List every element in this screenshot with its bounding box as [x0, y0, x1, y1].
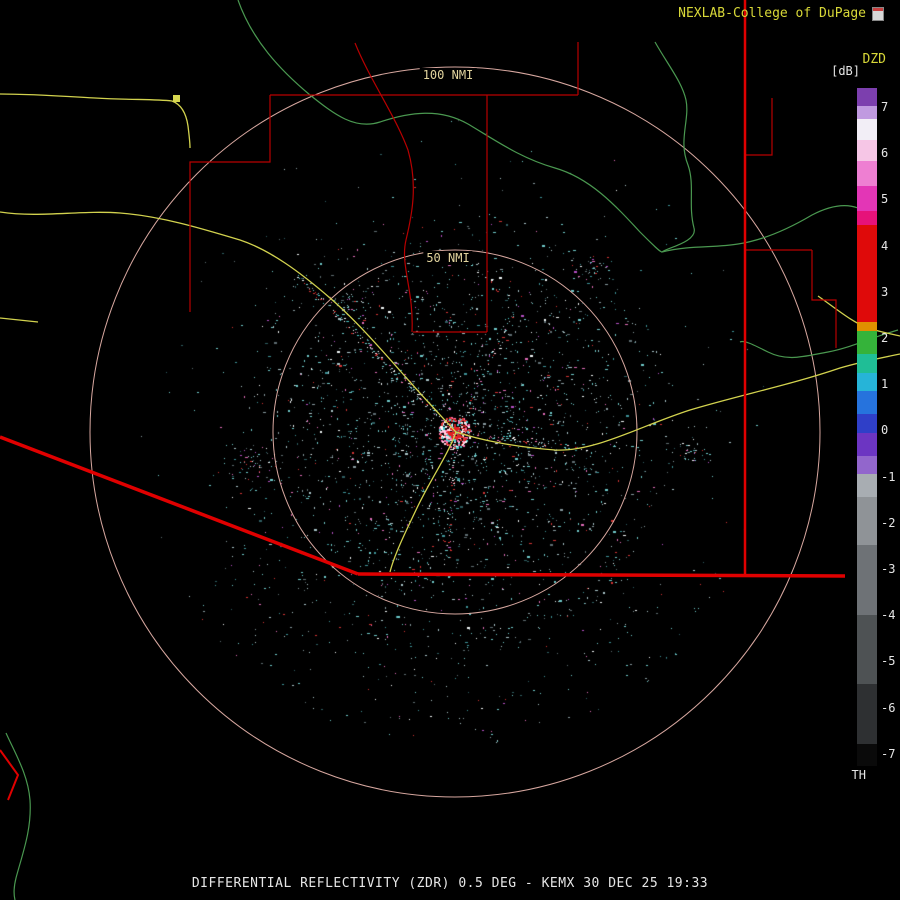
colorbar-tick: 7 [881, 100, 888, 114]
state-border-path [0, 750, 18, 800]
branding-text: NEXLAB-College of DuPage [678, 6, 866, 21]
colorbar-tick: 4 [881, 239, 888, 253]
range-ring-50nmi [273, 250, 637, 614]
highway-path [0, 212, 456, 432]
county-border-path [355, 43, 413, 332]
colorbar-segment [857, 414, 877, 432]
colorbar-segment [857, 331, 877, 354]
range-ring-label-100nmi: 100 NMI [420, 68, 477, 82]
colorbar-tick: -7 [881, 747, 895, 761]
highway-path [0, 94, 190, 148]
branding: NEXLAB-College of DuPage [678, 6, 884, 21]
range-ring-label-50nmi: 50 NMI [423, 251, 472, 265]
colorbar-segment [857, 354, 877, 372]
radar-display: NEXLAB-College of DuPage DZD [dB] TH 7 6 5… [0, 0, 900, 900]
map-overlay [0, 0, 900, 900]
colorbar-segment [857, 161, 877, 186]
colorbar-tick: 6 [881, 146, 888, 160]
town-marker [173, 95, 180, 102]
colorbar-segment [857, 474, 877, 497]
river-path [6, 733, 30, 900]
county-border-path [190, 95, 487, 332]
highway-path [390, 432, 456, 572]
colorbar-segment [857, 106, 877, 120]
colorbar-segment [857, 545, 877, 614]
colorbar-segment [857, 211, 877, 225]
colorbar-tick: -4 [881, 608, 895, 622]
colorbar-segment [857, 225, 877, 322]
colorbar-tick: 1 [881, 377, 888, 391]
colorbar-segment [857, 391, 877, 414]
colorbar-segment [857, 433, 877, 456]
colorbar-tick: -6 [881, 701, 895, 715]
state-border-path [358, 574, 845, 576]
state-border-path [0, 437, 358, 574]
colorbar-segment [857, 140, 877, 161]
colorbar-segment [857, 322, 877, 331]
colorbar-tick: 3 [881, 285, 888, 299]
colorbar-segment [857, 456, 877, 474]
range-ring-100nmi [90, 67, 820, 797]
colorbar-segment [857, 119, 877, 140]
product-caption: DIFFERENTIAL REFLECTIVITY (ZDR) 0.5 DEG … [0, 876, 900, 891]
county-border-path [487, 42, 578, 95]
colorbar-tick: 5 [881, 192, 888, 206]
colorbar-units-label: [dB] [831, 64, 860, 78]
colorbar-tick: -3 [881, 562, 895, 576]
colorbar-segment [857, 497, 877, 545]
river-path [655, 42, 694, 252]
colorbar-segment [857, 615, 877, 684]
colorbar-tick: 2 [881, 331, 888, 345]
colorbar-field-label: DZD [863, 52, 886, 67]
colorbar-tick: 0 [881, 423, 888, 437]
colorbar-segment [857, 744, 877, 766]
highway-path [456, 354, 900, 450]
colorbar-threshold-label: TH [852, 768, 866, 782]
colorbar-segment [857, 684, 877, 744]
colorbar-tick: -1 [881, 470, 895, 484]
colorbar-tick: -2 [881, 516, 895, 530]
colorbar [857, 88, 877, 766]
highway-path [0, 318, 38, 322]
colorbar-segment [857, 186, 877, 211]
colorbar-segment [857, 88, 877, 106]
colorbar-segment [857, 373, 877, 391]
river-path [238, 0, 662, 252]
brand-page-icon [872, 7, 884, 21]
county-border-path [745, 98, 836, 348]
colorbar-tick: -5 [881, 654, 895, 668]
